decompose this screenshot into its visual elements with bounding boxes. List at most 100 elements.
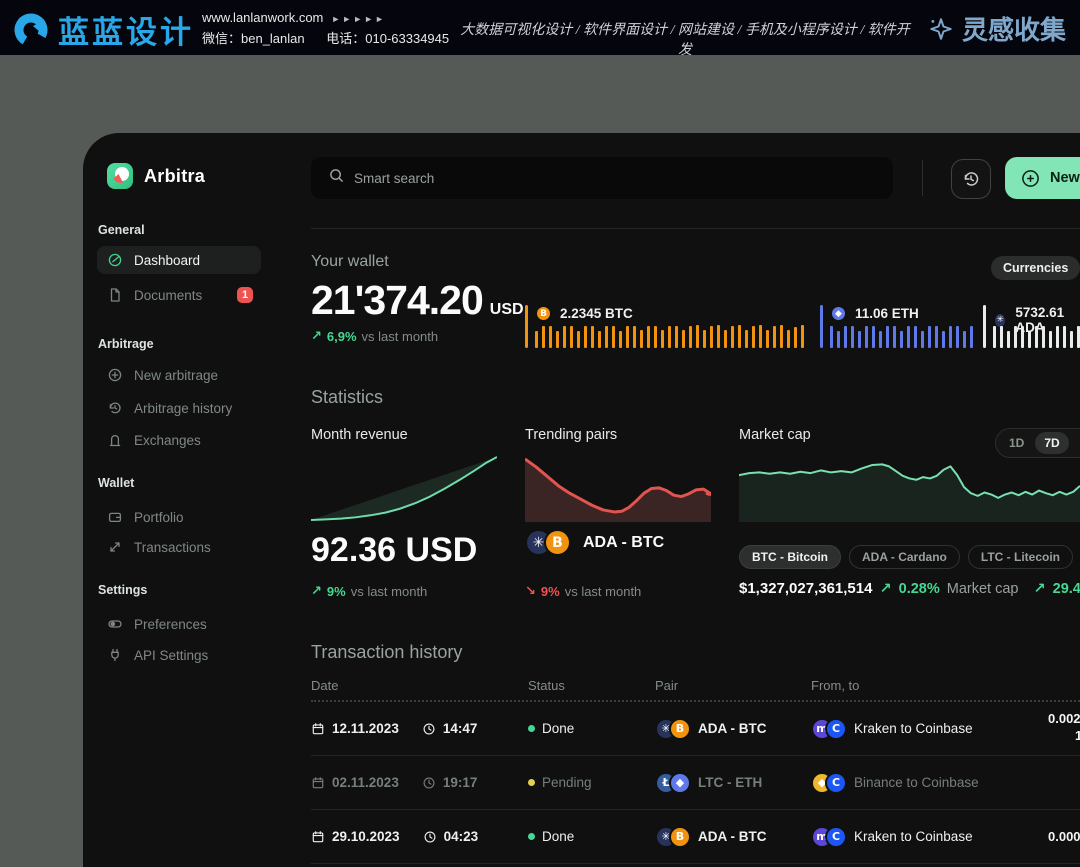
sidebar-item-documents[interactable]: Documents 1 [97, 281, 261, 309]
inspiration-collect[interactable]: 灵感收集 [928, 10, 1066, 47]
pair-coin-icons: ✳B [655, 718, 691, 740]
month-revenue-chart [311, 455, 497, 522]
banner-arrows: ►►►►► [331, 14, 386, 24]
sidebar-item-label: New arbitrage [134, 368, 218, 383]
range-option-7d[interactable]: 7D [1035, 432, 1068, 454]
coinbase-icon: C [825, 718, 847, 740]
date-cell: 29.10.202304:23 [311, 810, 478, 863]
month-revenue-value: 92.36 USD [311, 531, 477, 570]
lanlan-logo: 蓝蓝设计 [12, 7, 194, 52]
sidebar-item-api-settings[interactable]: API Settings [97, 641, 261, 669]
trending-pair-label: ADA - BTC [583, 534, 664, 552]
range-option-1m[interactable]: 1M [1071, 432, 1080, 454]
date-cell: 12.11.202314:47 [311, 702, 477, 755]
documents-badge: 1 [237, 287, 253, 303]
pair-coin-icons: ✳B [525, 529, 571, 556]
sidebar-item-dashboard[interactable]: Dashboard [97, 246, 261, 274]
status-cell: Done [528, 810, 574, 863]
lanlan-logo-icon [12, 11, 50, 49]
sidebar-item-label: API Settings [134, 648, 208, 663]
transfer-icon [107, 539, 123, 555]
sidebar-item-label: Documents [134, 288, 202, 303]
banner-contact: www.lanlanwork.com►►►►► 微信：ben_lanlan 电话… [202, 8, 467, 48]
new-arbitrage-label: New a [1050, 170, 1080, 186]
plus-circle-icon [1021, 169, 1040, 188]
sidebar-item-label: Portfolio [134, 510, 184, 525]
route-label: Kraken to Coinbase [854, 829, 973, 844]
market-cap-pills: BTC - Bitcoin ADA - Cardano LTC - Litecoin… [739, 545, 1080, 569]
app-title: Arbitra [144, 166, 205, 187]
pair-label: LTC - ETH [698, 775, 762, 790]
sidebar-item-label: Transactions [134, 540, 211, 555]
market-cap-chart [739, 455, 1080, 522]
table-row[interactable]: 29.10.202304:23Done✳BADA - BTCmCKraken t… [311, 810, 1080, 864]
section-label-arbitrage: Arbitrage [98, 337, 154, 351]
history-button[interactable] [951, 159, 991, 199]
col-status: Status [528, 678, 565, 693]
up-arrow-icon: ↗ [1033, 581, 1045, 597]
search-bar[interactable] [311, 157, 893, 199]
pair-coin-icons: Ł◆ [655, 772, 691, 794]
holding-amount-label: 2.2345 BTC [560, 306, 633, 321]
wallet-view-toggle: Currencies E [991, 256, 1080, 280]
banner-phone: 电话：010-63334945 [326, 31, 449, 46]
date-value: 12.11.2023 [332, 721, 399, 736]
new-arbitrage-button[interactable]: New a [1005, 157, 1080, 199]
clock-icon [422, 776, 436, 790]
pill-btc[interactable]: BTC - Bitcoin [739, 545, 841, 569]
eth-sparkline-bars [830, 325, 973, 348]
sidebar-item-transactions[interactable]: Transactions [97, 533, 261, 561]
amount-cell: 0.0021 [1048, 710, 1080, 744]
trending-pairs-label: Trending pairs [525, 427, 617, 443]
market-cap-range-toggle: 1D7D1M [995, 428, 1080, 458]
status-dot [528, 833, 535, 840]
down-arrow-icon: ↘ [525, 583, 536, 599]
pill-ltc[interactable]: LTC - Litecoin [968, 545, 1073, 569]
pair-label: ADA - BTC [698, 829, 767, 844]
range-option-1d[interactable]: 1D [1000, 432, 1033, 454]
section-divider [311, 228, 1080, 229]
wallet-title: Your wallet [311, 253, 389, 271]
sparkle-star-icon [928, 16, 954, 42]
history-icon [961, 169, 981, 189]
ada-sparkline-bars [993, 325, 1080, 348]
coinbase-icon: C [825, 772, 847, 794]
search-input[interactable] [354, 171, 834, 186]
route-label: Kraken to Coinbase [854, 721, 973, 736]
dashboard-card: Arbitra General Dashboard Documents 1 Arbitr… [83, 133, 1080, 867]
section-label-general: General [98, 223, 145, 237]
route-cell: mC Kraken to Coinbase [811, 702, 973, 755]
up-arrow-icon: ↗ [879, 581, 891, 597]
status-label: Pending [542, 775, 592, 790]
arbitra-logo-icon [107, 163, 133, 189]
banner-services: 大数据可视化设计 / 软件界面设计 / 网站建设 / 手机及小程序设计 / 软件… [460, 19, 910, 59]
eth-icon: ◆ [669, 772, 691, 794]
table-row[interactable]: 12.11.202314:47Done✳BADA - BTCmCKraken t… [311, 702, 1080, 756]
time-value: 19:17 [443, 775, 478, 790]
route-cell: ◆CBinance to Coinbase [811, 756, 979, 809]
history-icon [107, 400, 123, 416]
ada-holding: ✳5732.61 ADA [983, 305, 1080, 348]
transaction-table: 12.11.202314:47 Done ✳B ADA - BTC mC Kraken t… [311, 702, 1080, 864]
calendar-icon [311, 830, 325, 844]
pill-ada[interactable]: ADA - Cardano [849, 545, 960, 569]
statistics-title: Statistics [311, 387, 383, 408]
currencies-tab[interactable]: Currencies [991, 256, 1080, 280]
clock-icon [423, 830, 437, 844]
sidebar-item-portfolio[interactable]: Portfolio [97, 503, 261, 531]
btc-icon: B [535, 305, 552, 322]
sidebar-item-new-arbitrage[interactable]: New arbitrage [97, 361, 261, 389]
sidebar-item-label: Preferences [134, 617, 207, 632]
btc-sparkline-bars [535, 325, 804, 348]
banner-site: www.lanlanwork.com [202, 10, 323, 25]
table-row[interactable]: 02.11.202319:17PendingŁ◆LTC - ETH◆CBinan… [311, 756, 1080, 810]
route-exchange-icons: mC [811, 718, 847, 740]
topbar-divider [922, 160, 923, 196]
sidebar-item-arbitrage-history[interactable]: Arbitrage history [97, 394, 261, 422]
status-cell: Done [528, 702, 574, 755]
sidebar-item-preferences[interactable]: Preferences [97, 610, 261, 638]
sidebar-item-exchanges[interactable]: Exchanges [97, 426, 261, 454]
spark-divider-bar [820, 305, 823, 348]
wallet-icon [107, 509, 123, 525]
sidebar-item-label: Arbitrage history [134, 401, 232, 416]
